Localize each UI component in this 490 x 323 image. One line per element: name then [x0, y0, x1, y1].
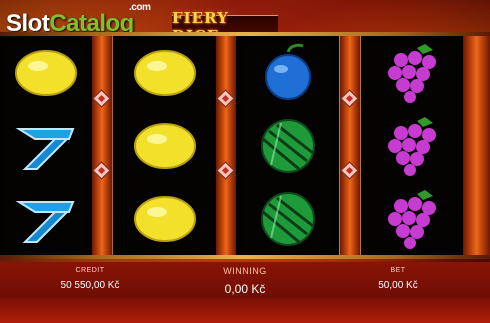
- winning-value: 0,00 Kč: [224, 282, 266, 296]
- winning-label: WINNING: [223, 266, 267, 276]
- payline-marker-icon: [216, 161, 235, 180]
- reel-2-cell-2: [113, 109, 216, 182]
- reel-2: [113, 36, 216, 255]
- reel-1-cell-3: [0, 182, 92, 255]
- winning-display: WINNING 0,00 Kč: [190, 266, 300, 296]
- reel-4-cell-2: [361, 109, 463, 182]
- watermelon-icon: [260, 118, 315, 173]
- reel-frame-right: [463, 36, 490, 255]
- plum-icon: [264, 43, 311, 100]
- payline-marker-icon: [340, 161, 359, 180]
- reel-1-cell-2: [0, 109, 92, 182]
- payline-marker-icon: [340, 89, 359, 108]
- watermelon-icon: [260, 191, 315, 246]
- payline-marker-icon: [92, 89, 111, 108]
- bet-label: BET: [390, 267, 406, 274]
- reel-1: [0, 36, 92, 255]
- reel-1-cell-1: [0, 36, 92, 109]
- sapphire-seven-icon: [15, 127, 75, 170]
- reel-2-cell-1: [113, 36, 216, 109]
- bet-value[interactable]: 50,00 Kč: [348, 280, 448, 291]
- credit-value: 50 550,00 Kč: [60, 280, 120, 291]
- reel-3-cell-2: [236, 109, 339, 182]
- logo-text-com: .com: [129, 2, 151, 13]
- payline-marker-icon: [92, 161, 111, 180]
- reel-3: [236, 36, 339, 255]
- reel-divider: [216, 36, 236, 255]
- reel-3-cell-3: [236, 182, 339, 255]
- reel-divider: [92, 36, 112, 255]
- credit-display: CREDIT 50 550,00 Kč: [40, 267, 140, 291]
- reel-4: [361, 36, 463, 255]
- reel-2-cell-3: [113, 182, 216, 255]
- reel-4-cell-1: [361, 36, 463, 109]
- sapphire-seven-icon: [15, 200, 75, 243]
- grapes-icon: [388, 189, 436, 249]
- reel-3-cell-1: [236, 36, 339, 109]
- grapes-icon: [388, 43, 436, 103]
- lemon-icon: [133, 122, 196, 169]
- lemon-icon: [133, 49, 196, 96]
- bet-display[interactable]: BET 50,00 Kč: [348, 267, 448, 291]
- lemon-icon: [133, 195, 196, 242]
- grapes-icon: [388, 116, 436, 176]
- lemon-icon: [15, 49, 77, 96]
- reel-4-cell-3: [361, 182, 463, 255]
- reel-divider: [340, 36, 360, 255]
- status-bar-lower: [0, 298, 490, 323]
- credit-label: CREDIT: [75, 267, 105, 274]
- payline-marker-icon: [216, 89, 235, 108]
